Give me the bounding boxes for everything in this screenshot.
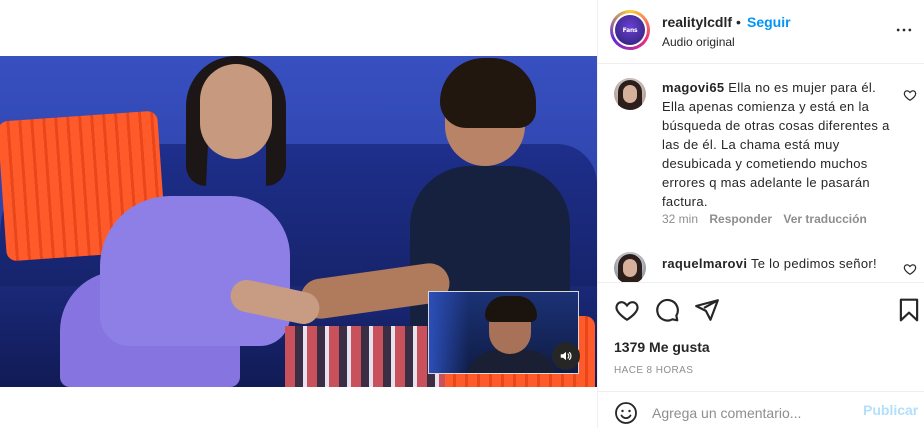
emoji-icon[interactable] [614, 401, 638, 425]
comment-text: Te lo pedimos señor! [750, 256, 877, 271]
commenter-avatar[interactable] [614, 252, 646, 282]
heart-icon[interactable] [903, 88, 917, 102]
comment-username[interactable]: magovi65 [662, 80, 724, 95]
mute-button[interactable] [552, 342, 580, 370]
follow-button[interactable]: Seguir [747, 14, 791, 30]
author-avatar[interactable]: Fans [610, 10, 650, 50]
more-options-icon[interactable] [894, 20, 914, 40]
author-username[interactable]: realitylcdlf [662, 14, 732, 30]
comment-text: Ella no es mujer para él. Ella apenas co… [662, 80, 890, 209]
comment-time: 32 min [662, 212, 699, 226]
video-person [100, 196, 290, 346]
media-column [0, 0, 597, 428]
pip-person [485, 296, 537, 322]
comment-icon[interactable] [654, 297, 680, 323]
comment-body: raquelmarovi Te lo pedimos señor! [662, 254, 894, 273]
heart-icon[interactable] [614, 297, 640, 323]
publish-button[interactable]: Publicar [863, 402, 918, 418]
comments-list[interactable]: magovi65 Ella no es mujer para él. Ella … [598, 64, 924, 282]
comment-input[interactable] [652, 400, 852, 426]
likes-count[interactable]: 1379 Me gusta [614, 339, 710, 355]
video-person [440, 58, 536, 128]
post-sidebar: Fans realitylcdlf • Seguir Audio origina… [597, 0, 924, 428]
comment-body: magovi65 Ella no es mujer para él. Ella … [662, 78, 894, 211]
avatar-logo-text: Fans [622, 26, 638, 34]
save-icon[interactable] [896, 297, 922, 323]
pip-background [429, 292, 469, 373]
heart-icon[interactable] [903, 262, 917, 276]
comment-composer: Publicar [598, 391, 924, 428]
translate-button[interactable]: Ver traducción [783, 212, 866, 226]
author-logo: Fans [615, 15, 645, 45]
audio-link[interactable]: Audio original [662, 35, 735, 49]
post-actions [598, 282, 924, 336]
comment-username[interactable]: raquelmarovi [662, 256, 747, 271]
commenter-avatar[interactable] [614, 78, 646, 110]
comment-meta: 32 min Responder Ver traducción [662, 212, 875, 226]
share-icon[interactable] [694, 297, 720, 323]
header-separator: • [736, 14, 741, 30]
video-person [285, 326, 445, 387]
post-timestamp[interactable]: HACE 8 HORAS [614, 365, 693, 376]
speaker-icon [560, 351, 572, 361]
post-header: Fans realitylcdlf • Seguir Audio origina… [598, 0, 924, 64]
reply-button[interactable]: Responder [709, 212, 772, 226]
video-person [200, 64, 272, 159]
